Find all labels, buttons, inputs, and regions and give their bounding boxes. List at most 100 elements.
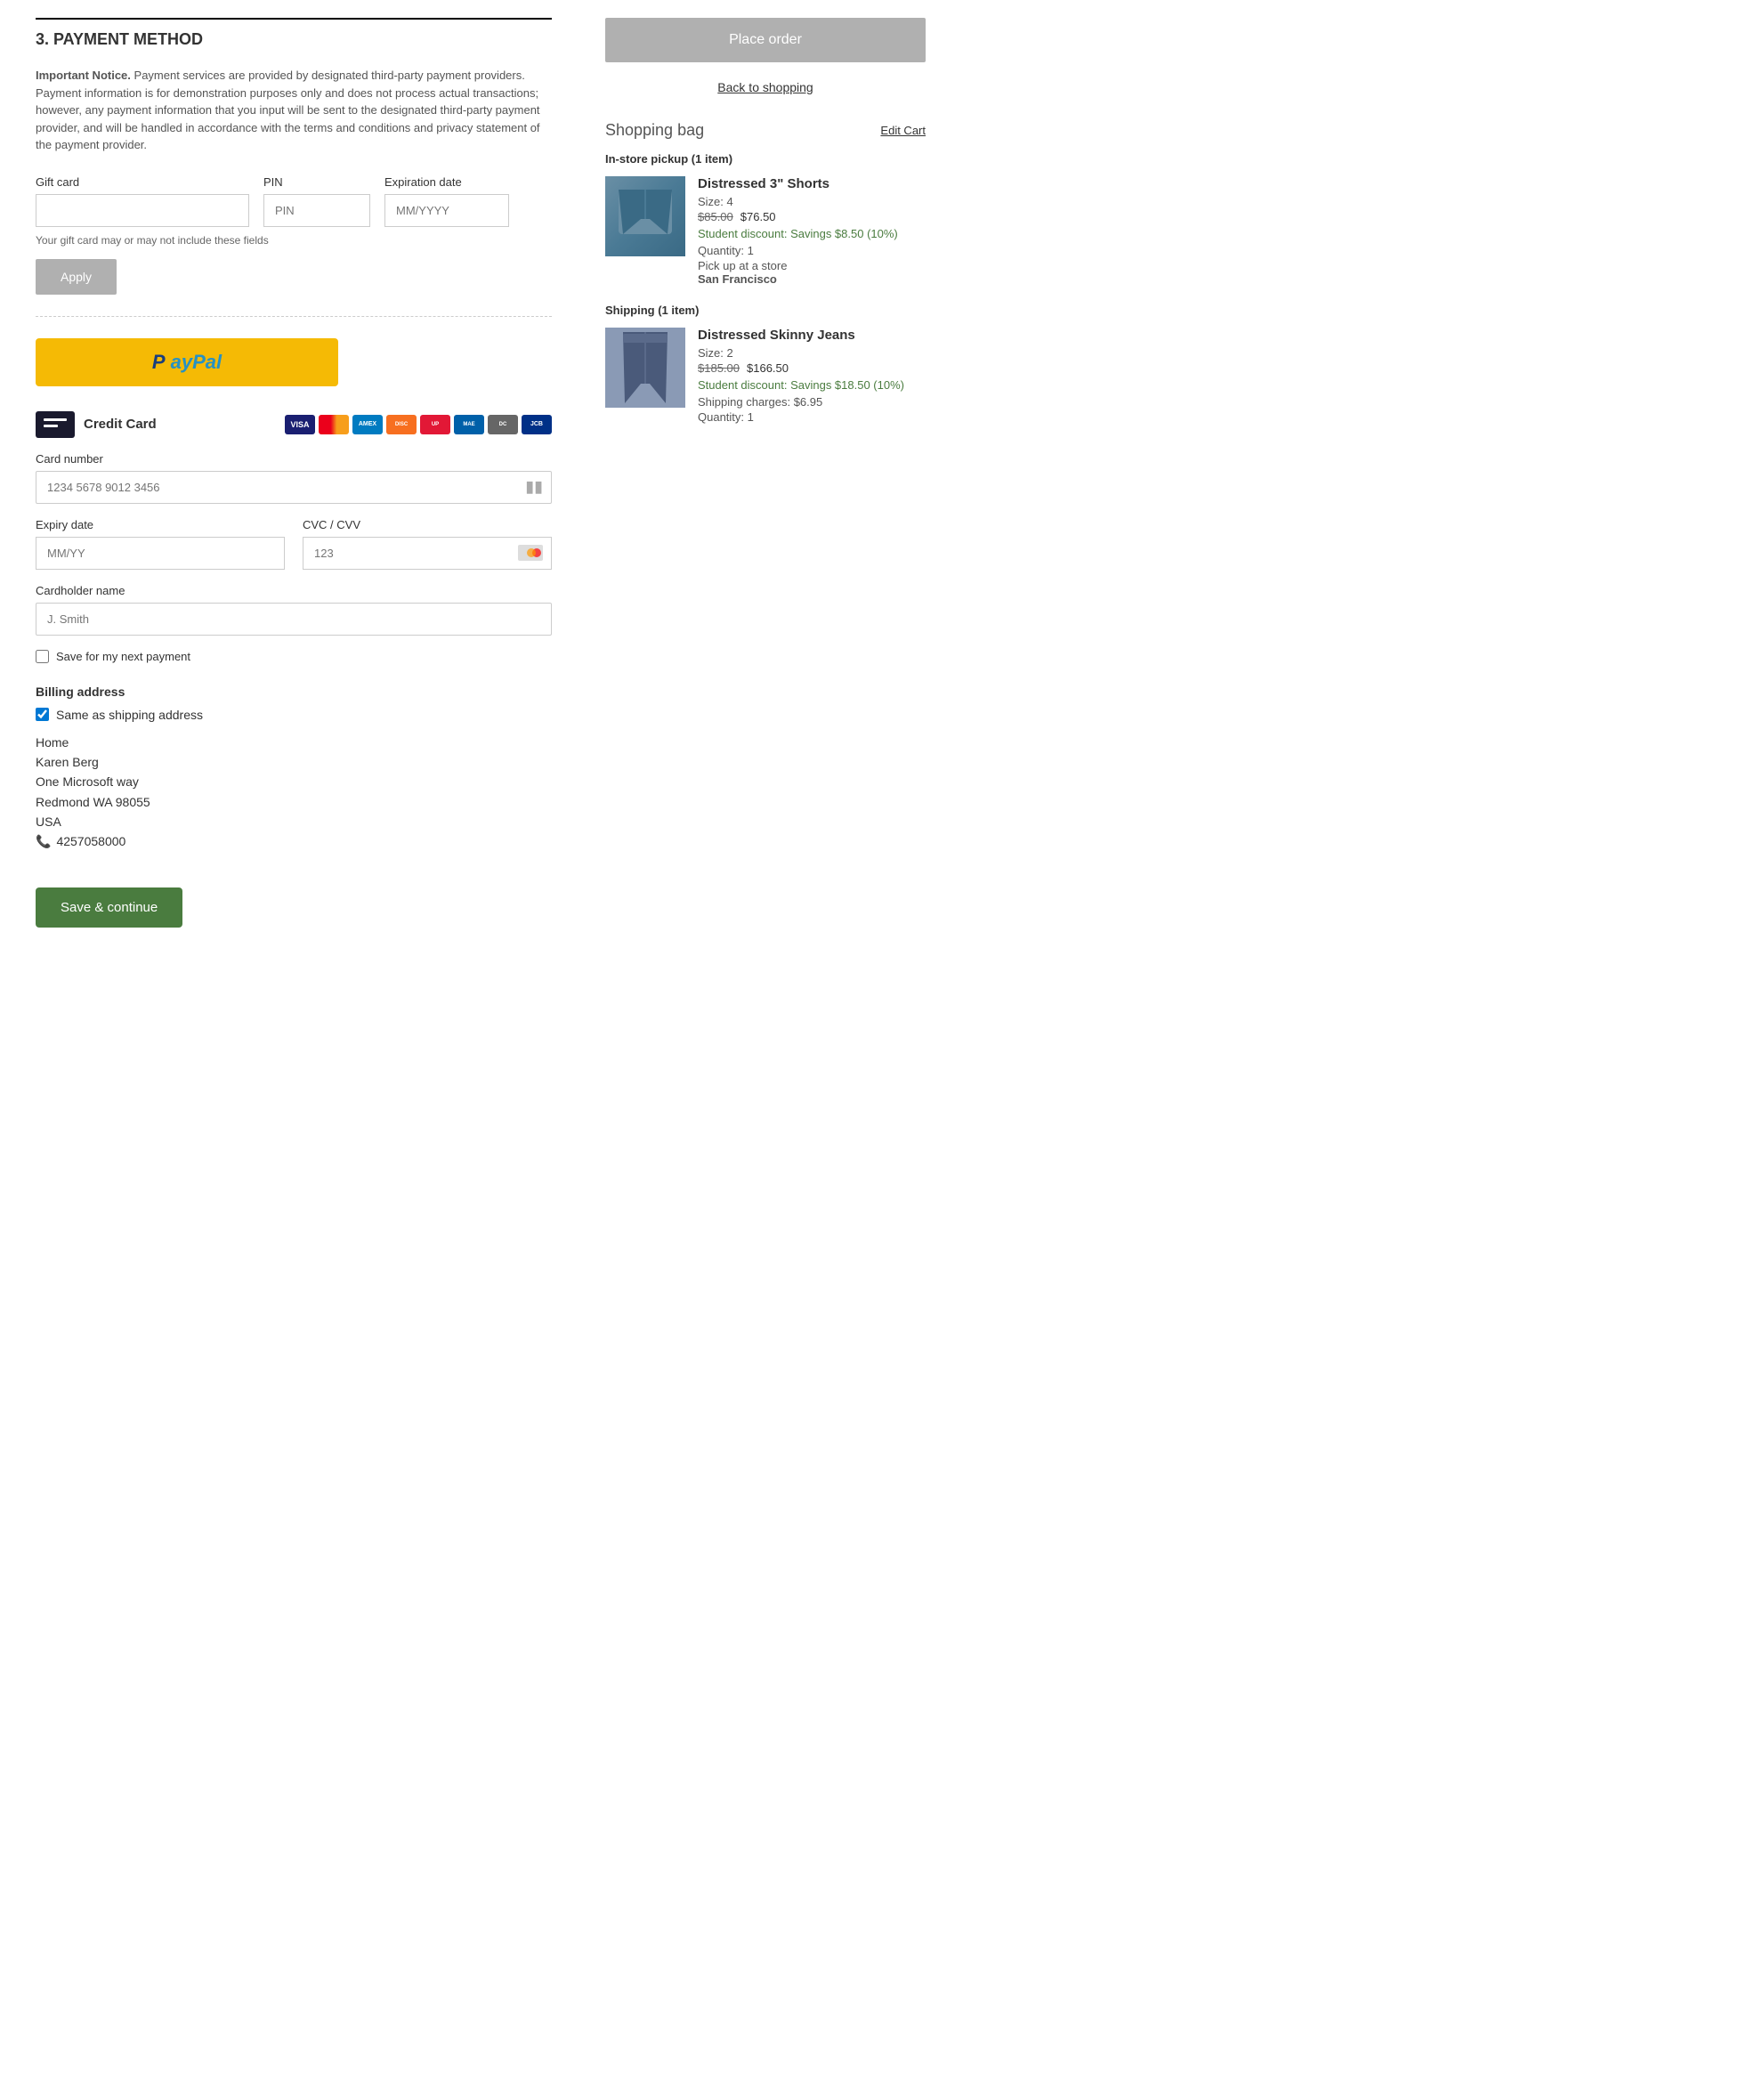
address-name: Karen Berg	[36, 752, 552, 772]
card-icon-lines	[44, 418, 67, 431]
cvc-card-visual	[518, 545, 543, 561]
dinersclub-logo: DC	[488, 415, 518, 434]
shorts-name: Distressed 3" Shorts	[698, 176, 926, 191]
gift-card-section: Gift card PIN Expiration date Your gift …	[36, 175, 552, 295]
shorts-size-value: 4	[727, 195, 733, 208]
card-number-icon: ▮▮	[525, 478, 543, 497]
shorts-placeholder	[605, 176, 685, 256]
back-to-shopping: Back to shopping	[605, 80, 926, 94]
card-number-label: Card number	[36, 452, 552, 466]
shorts-store-name: San Francisco	[698, 272, 777, 286]
cardholder-wrap	[36, 603, 552, 636]
credit-card-header: Credit Card VISA AMEX DISC UP MAE DC JCB	[36, 411, 552, 438]
jeans-quantity: Quantity: 1	[698, 410, 926, 424]
place-order-button[interactable]: Place order	[605, 18, 926, 62]
shipping-label: Shipping (1 item)	[605, 304, 926, 317]
card-line-short	[44, 425, 58, 427]
bag-item-jeans: Distressed Skinny Jeans Size: 2 $185.00 …	[605, 328, 926, 425]
cvc-icon	[518, 545, 543, 561]
expiry-input[interactable]	[36, 537, 285, 570]
save-payment-checkbox[interactable]	[36, 650, 49, 663]
same-address-label: Same as shipping address	[56, 708, 203, 722]
jeans-size-value: 2	[727, 346, 733, 360]
save-continue-button[interactable]: Save & continue	[36, 887, 182, 928]
shorts-image	[605, 176, 685, 256]
shorts-price-original: $85.00	[698, 210, 733, 223]
gift-card-number-group: Gift card	[36, 175, 249, 227]
jeans-placeholder	[605, 328, 685, 408]
paypal-button[interactable]: PayPal	[36, 338, 338, 386]
mastercard-logo	[319, 415, 349, 434]
address-city-state-zip: Redmond WA 98055	[36, 792, 552, 812]
billing-section: Billing address Same as shipping address…	[36, 685, 552, 852]
card-number-input[interactable]	[36, 471, 552, 504]
phone-number: 4257058000	[56, 831, 125, 851]
shorts-quantity: Quantity: 1	[698, 244, 926, 257]
jcb-logo: JCB	[522, 415, 552, 434]
address-block: Home Karen Berg One Microsoft way Redmon…	[36, 733, 552, 852]
cardholder-group: Cardholder name	[36, 584, 552, 636]
card-number-group: Card number ▮▮	[36, 452, 552, 504]
shorts-pickup-label: Pick up at a store	[698, 259, 787, 272]
pin-label: PIN	[263, 175, 370, 189]
cvc-wrap	[303, 537, 552, 570]
shorts-pickup-store: Pick up at a store San Francisco	[698, 259, 926, 286]
jeans-details: Distressed Skinny Jeans Size: 2 $185.00 …	[698, 328, 926, 425]
save-checkbox-row: Save for my next payment	[36, 650, 552, 663]
paypal-p: P	[152, 351, 166, 374]
jeans-discount: Student discount: Savings $18.50 (10%)	[698, 378, 926, 392]
jeans-shipping-label: Shipping charges:	[698, 395, 790, 409]
shorts-price-sale: $76.50	[740, 210, 776, 223]
cardholder-label: Cardholder name	[36, 584, 552, 597]
shorts-qty-value: 1	[748, 244, 754, 257]
jeans-price-row: $185.00 $166.50	[698, 361, 926, 375]
right-panel: Place order Back to shopping Shopping ba…	[605, 18, 926, 928]
section-title: 3. PAYMENT METHOD	[36, 18, 552, 49]
jeans-qty-value: 1	[748, 410, 754, 424]
cvc-group: CVC / CVV	[303, 518, 552, 570]
cvc-label: CVC / CVV	[303, 518, 552, 531]
jeans-name: Distressed Skinny Jeans	[698, 328, 926, 343]
credit-card-icon-box	[36, 411, 75, 438]
address-street: One Microsoft way	[36, 772, 552, 791]
same-address-checkbox[interactable]	[36, 708, 49, 721]
shorts-discount: Student discount: Savings $8.50 (10%)	[698, 227, 926, 240]
jeans-qty-label: Quantity:	[698, 410, 744, 424]
phone-row: 📞 4257058000	[36, 831, 552, 851]
pin-input[interactable]	[263, 194, 370, 227]
unionpay-logo: UP	[420, 415, 450, 434]
bag-item-shorts: Distressed 3" Shorts Size: 4 $85.00 $76.…	[605, 176, 926, 286]
discover-logo: DISC	[386, 415, 417, 434]
expiration-label: Expiration date	[384, 175, 509, 189]
gift-card-hint: Your gift card may or may not include th…	[36, 234, 552, 247]
expiry-cvc-row: Expiry date CVC / CVV	[36, 518, 552, 584]
expiration-group: Expiration date	[384, 175, 509, 227]
credit-card-label: Credit Card	[84, 417, 157, 432]
divider-1	[36, 316, 552, 317]
gift-card-input[interactable]	[36, 194, 249, 227]
edit-cart-link[interactable]: Edit Cart	[880, 124, 926, 137]
cvc-input[interactable]	[303, 537, 552, 570]
shopping-bag-title: Shopping bag	[605, 121, 704, 140]
shorts-size-label: Size:	[698, 195, 724, 208]
apply-button[interactable]: Apply	[36, 259, 117, 295]
shopping-bag-header: Shopping bag Edit Cart	[605, 121, 926, 140]
back-to-shopping-link[interactable]: Back to shopping	[717, 80, 813, 94]
expiration-input[interactable]	[384, 194, 509, 227]
shorts-details: Distressed 3" Shorts Size: 4 $85.00 $76.…	[698, 176, 926, 286]
phone-icon: 📞	[36, 831, 51, 851]
jeans-shipping-charge: Shipping charges: $6.95	[698, 395, 926, 409]
amex-logo: AMEX	[352, 415, 383, 434]
gift-card-fields: Gift card PIN Expiration date	[36, 175, 552, 227]
card-number-wrap: ▮▮	[36, 471, 552, 504]
notice-bold: Important Notice.	[36, 69, 131, 82]
gift-card-label: Gift card	[36, 175, 249, 189]
card-logos: VISA AMEX DISC UP MAE DC JCB	[285, 415, 552, 434]
expiry-label: Expiry date	[36, 518, 285, 531]
same-address-row: Same as shipping address	[36, 708, 552, 722]
jeans-price-original: $185.00	[698, 361, 740, 375]
notice-box: Important Notice. Payment services are p…	[36, 67, 552, 154]
jeans-price-sale: $166.50	[747, 361, 789, 375]
cardholder-input[interactable]	[36, 603, 552, 636]
paypal-pal: ayPal	[171, 351, 223, 374]
